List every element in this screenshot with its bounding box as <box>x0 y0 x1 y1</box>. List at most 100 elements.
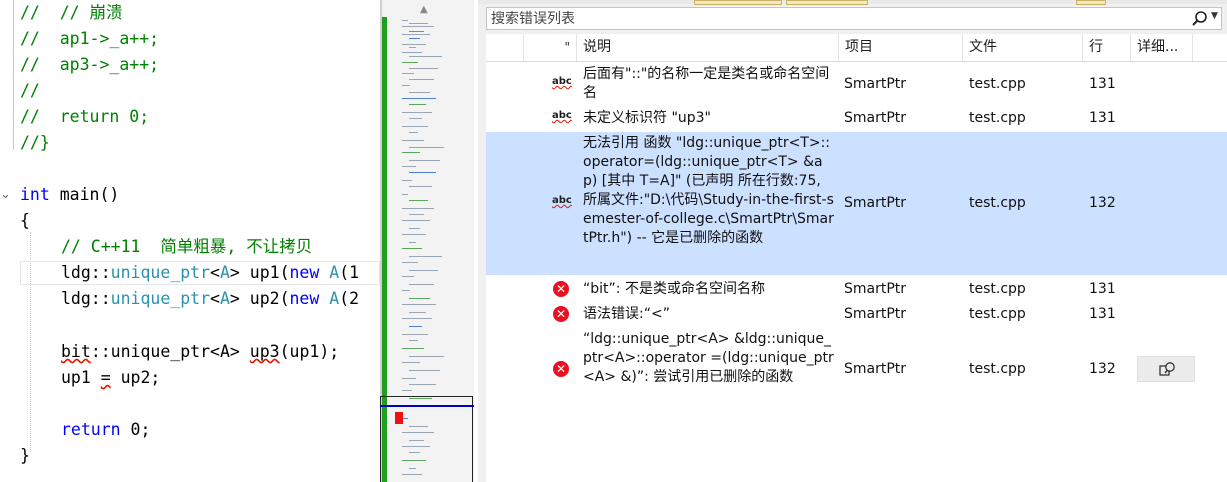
map-scrollbar[interactable]: ▲ <box>380 0 474 482</box>
error-row[interactable]: abc 后面有"::"的名称一定是类名或命名空间名 SmartPtr test.… <box>486 62 1227 105</box>
search-icon[interactable] <box>1191 10 1209 28</box>
toolbar-strip <box>478 0 1227 5</box>
map-preview-line <box>409 68 438 69</box>
column-header-order[interactable] <box>486 34 524 61</box>
code-line[interactable]: // // 崩溃 <box>20 0 123 26</box>
error-squiggle-assign: = <box>100 368 111 387</box>
close-brace: } <box>20 446 30 465</box>
column-header-label: 说明 <box>583 39 611 55</box>
map-preview-line <box>409 104 426 105</box>
column-header-line[interactable]: 行 <box>1083 34 1131 61</box>
map-preview-line <box>402 334 428 335</box>
code-line-return[interactable]: return 0; <box>61 417 150 443</box>
map-preview-line <box>402 166 416 167</box>
space-text <box>319 263 329 282</box>
search-dropdown-icon[interactable]: ▼ <box>1211 11 1218 21</box>
column-header-file[interactable]: 文件 <box>963 34 1083 61</box>
code-line[interactable]: } <box>20 443 30 469</box>
open-brace: { <box>20 211 30 230</box>
code-line[interactable]: // <box>20 78 40 104</box>
args-text: (2 <box>339 289 360 308</box>
map-preview-line <box>409 79 434 80</box>
keyword-int: int <box>20 185 50 204</box>
map-preview-line <box>409 23 428 24</box>
error-project: SmartPtr <box>844 110 907 126</box>
map-preview-line <box>402 140 424 141</box>
toolbar-filter-button[interactable] <box>1076 0 1106 5</box>
map-preview-line <box>409 270 438 271</box>
map-preview-line <box>402 348 424 349</box>
error-description: “ldg::unique_ptr<A> &ldg::unique_ptr<A>:… <box>583 331 834 385</box>
code-editor[interactable]: // // 崩溃 // ap1->_a++; // ap3->_a++; // … <box>0 0 380 482</box>
error-description: 无法引用 函数 "ldg::unique_ptr<T>::operator=(l… <box>583 135 834 246</box>
map-preview-line <box>402 318 432 319</box>
code-line-up1[interactable]: ldg::unique_ptr<A> up1(new A(1 <box>61 260 359 286</box>
code-line[interactable]: // ap1->_a++; <box>20 26 159 52</box>
code-line-assign[interactable]: up1 = up2; <box>61 365 160 391</box>
return-value: 0; <box>120 420 151 439</box>
map-preview-line <box>402 220 430 221</box>
namespace-text: ldg:: <box>61 289 111 308</box>
column-header-description[interactable]: 说明 <box>577 34 839 61</box>
column-header-label: 详细... <box>1137 39 1179 55</box>
toolbar-filter-button[interactable] <box>786 0 868 5</box>
var-name: up2; <box>110 368 161 387</box>
map-preview-line <box>402 52 422 53</box>
error-file: test.cpp <box>969 76 1026 92</box>
error-row[interactable]: ✕ “bit”: 不是类或命名空间名称 SmartPtr test.cpp 13… <box>486 277 1227 302</box>
type-text: ::unique_ptr<A> <box>90 342 250 361</box>
space-text <box>319 289 329 308</box>
code-line-main[interactable]: int main() <box>20 182 119 208</box>
column-header-label: 行 <box>1089 39 1103 55</box>
map-preview-line <box>409 186 432 187</box>
map-caret-marker <box>380 405 474 407</box>
keyword-new: new <box>289 263 320 282</box>
error-row[interactable]: ✕ 语法错误:“<” SmartPtr test.cpp 131 <box>486 302 1227 327</box>
map-preview-line <box>402 98 436 99</box>
type-name: A <box>329 289 340 308</box>
comment-text: // // 崩溃 <box>20 3 123 22</box>
column-header-details[interactable]: 详细... <box>1131 34 1193 61</box>
map-preview-line <box>409 118 422 119</box>
error-row[interactable]: ✕ “ldg::unique_ptr<A> &ldg::unique_ptr<A… <box>486 327 1227 410</box>
error-project: SmartPtr <box>844 281 907 297</box>
comment-text: // <box>20 81 40 100</box>
collapse-chevron-icon[interactable]: ⌄ <box>0 185 12 205</box>
code-line[interactable]: { <box>20 208 30 234</box>
main-signature: main() <box>49 185 120 204</box>
error-icon: ✕ <box>553 361 569 377</box>
error-line: 131 <box>1089 110 1116 126</box>
error-file: test.cpp <box>969 195 1026 211</box>
map-preview-line <box>409 384 436 385</box>
code-line[interactable]: // return 0; <box>20 104 149 130</box>
show-details-button[interactable] <box>1137 356 1195 382</box>
column-header-project[interactable]: 项目 <box>839 34 963 61</box>
error-row-selected[interactable]: abc 无法引用 函数 "ldg::unique_ptr<T>::operato… <box>486 132 1227 275</box>
search-input[interactable] <box>491 9 1171 28</box>
map-viewport-thumb[interactable] <box>380 396 473 482</box>
search-box[interactable]: ▼ <box>486 7 1222 30</box>
code-line[interactable]: // ap3->_a++; <box>20 52 159 78</box>
map-preview-line <box>402 34 430 35</box>
map-preview-line <box>409 132 418 133</box>
type-name: unique_ptr <box>110 263 211 282</box>
code-line-up2[interactable]: ldg::unique_ptr<A> up2(new A(2 <box>61 286 359 312</box>
error-description: 未定义标识符 "up3" <box>583 110 711 126</box>
map-preview-line <box>409 160 440 161</box>
map-preview-line <box>402 276 414 277</box>
code-line-up3[interactable]: bit::unique_ptr<A> up3(up1); <box>61 339 339 365</box>
code-line[interactable]: // C++11 简单粗暴, 不让拷贝 <box>61 234 312 260</box>
map-preview-line <box>402 62 418 63</box>
comment-text: // return 0; <box>20 107 150 126</box>
toolbar-filter-button[interactable] <box>694 0 782 5</box>
error-file: test.cpp <box>969 306 1026 322</box>
column-header-code[interactable]: " <box>524 34 577 61</box>
error-icon: ✕ <box>553 281 569 297</box>
var-name: up1 <box>61 368 101 387</box>
error-description: 语法错误:“<” <box>583 306 670 322</box>
error-row[interactable]: abc 未定义标识符 "up3" SmartPtr test.cpp 131 <box>486 105 1227 131</box>
code-line[interactable]: //} <box>20 130 50 156</box>
scroll-up-arrow-icon[interactable]: ▲ <box>420 4 428 15</box>
namespace-text: ldg:: <box>61 263 111 282</box>
map-preview-line <box>402 180 412 181</box>
